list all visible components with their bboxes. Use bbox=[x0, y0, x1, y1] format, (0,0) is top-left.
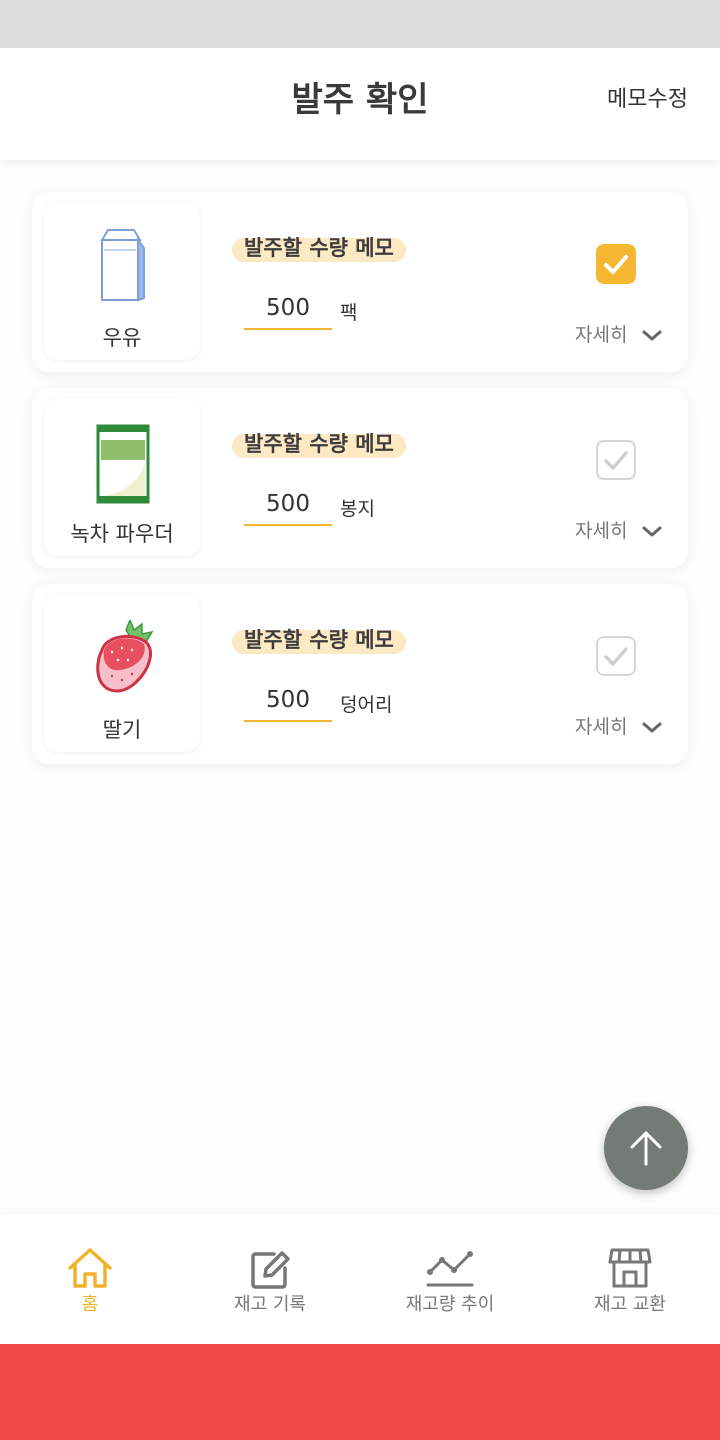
order-card-milk: 우유 발주할 수량 메모 팩 자세히 bbox=[32, 192, 688, 372]
product-tile: 녹차 파우더 bbox=[44, 398, 200, 556]
order-card-strawberry: 딸기 발주할 수량 메모 덩어리 자세히 bbox=[32, 584, 688, 764]
chevron-down-icon bbox=[642, 722, 661, 732]
order-checkbox[interactable] bbox=[596, 440, 636, 480]
line-chart-icon bbox=[426, 1251, 474, 1287]
detail-label: 자세히 bbox=[575, 520, 628, 542]
nav-stock-trend-label: 재고량 추이 bbox=[405, 1294, 495, 1315]
arrow-up-icon bbox=[630, 1131, 662, 1166]
memo-label: 발주할 수량 메모 bbox=[232, 238, 406, 262]
nav-stock-record[interactable]: 재고 기록 bbox=[180, 1214, 360, 1344]
product-name: 우유 bbox=[102, 326, 142, 350]
quantity-input[interactable] bbox=[244, 288, 332, 330]
order-checkbox[interactable] bbox=[596, 636, 636, 676]
nav-home-label: 홈 bbox=[81, 1294, 99, 1315]
detail-toggle[interactable]: 자세히 bbox=[575, 516, 662, 543]
system-bottom-bar bbox=[0, 1344, 720, 1440]
detail-toggle[interactable]: 자세히 bbox=[575, 712, 662, 739]
status-bar bbox=[0, 0, 720, 48]
detail-label: 자세히 bbox=[575, 324, 628, 346]
chevron-down-icon bbox=[642, 526, 661, 536]
milk-carton-icon bbox=[100, 229, 145, 302]
product-name: 딸기 bbox=[102, 718, 142, 742]
product-tile: 우유 bbox=[44, 202, 200, 360]
store-icon bbox=[608, 1248, 652, 1288]
memo-label: 발주할 수량 메모 bbox=[232, 434, 406, 458]
app-header: 발주 확인 메모수정 bbox=[0, 48, 720, 160]
quantity-input[interactable] bbox=[244, 484, 332, 526]
memo-label: 발주할 수량 메모 bbox=[232, 630, 406, 654]
green-tea-powder-pack-icon bbox=[96, 424, 150, 504]
check-icon bbox=[604, 647, 628, 666]
order-checkbox[interactable] bbox=[596, 244, 636, 284]
edit-icon bbox=[251, 1251, 290, 1289]
nav-home[interactable]: 홈 bbox=[0, 1214, 180, 1344]
nav-stock-exchange-label: 재고 교환 bbox=[594, 1294, 666, 1315]
detail-label: 자세히 bbox=[575, 716, 628, 738]
check-icon bbox=[604, 451, 628, 470]
edit-memo-button[interactable]: 메모수정 bbox=[607, 48, 688, 152]
bottom-navigation: 홈 재고 기록 재고량 추이 재고 교환 bbox=[0, 1214, 720, 1344]
check-icon bbox=[604, 255, 628, 274]
quantity-input[interactable] bbox=[244, 680, 332, 722]
detail-toggle[interactable]: 자세히 bbox=[575, 320, 662, 347]
unit-label: 덩어리 bbox=[340, 694, 393, 716]
nav-stock-record-label: 재고 기록 bbox=[234, 1294, 306, 1315]
product-tile: 딸기 bbox=[44, 594, 200, 752]
nav-stock-trend[interactable]: 재고량 추이 bbox=[360, 1214, 540, 1344]
strawberry-icon bbox=[96, 620, 154, 693]
order-card-green-tea: 녹차 파우더 발주할 수량 메모 봉지 자세히 bbox=[32, 388, 688, 568]
home-icon bbox=[68, 1248, 112, 1288]
product-name: 녹차 파우더 bbox=[70, 522, 174, 546]
chevron-down-icon bbox=[642, 330, 661, 340]
order-list: 우유 발주할 수량 메모 팩 자세히 녹차 파우더 bbox=[0, 160, 720, 1214]
nav-stock-exchange[interactable]: 재고 교환 bbox=[540, 1214, 720, 1344]
scroll-to-top-button[interactable] bbox=[604, 1106, 688, 1190]
unit-label: 팩 bbox=[340, 302, 358, 324]
unit-label: 봉지 bbox=[340, 498, 375, 520]
